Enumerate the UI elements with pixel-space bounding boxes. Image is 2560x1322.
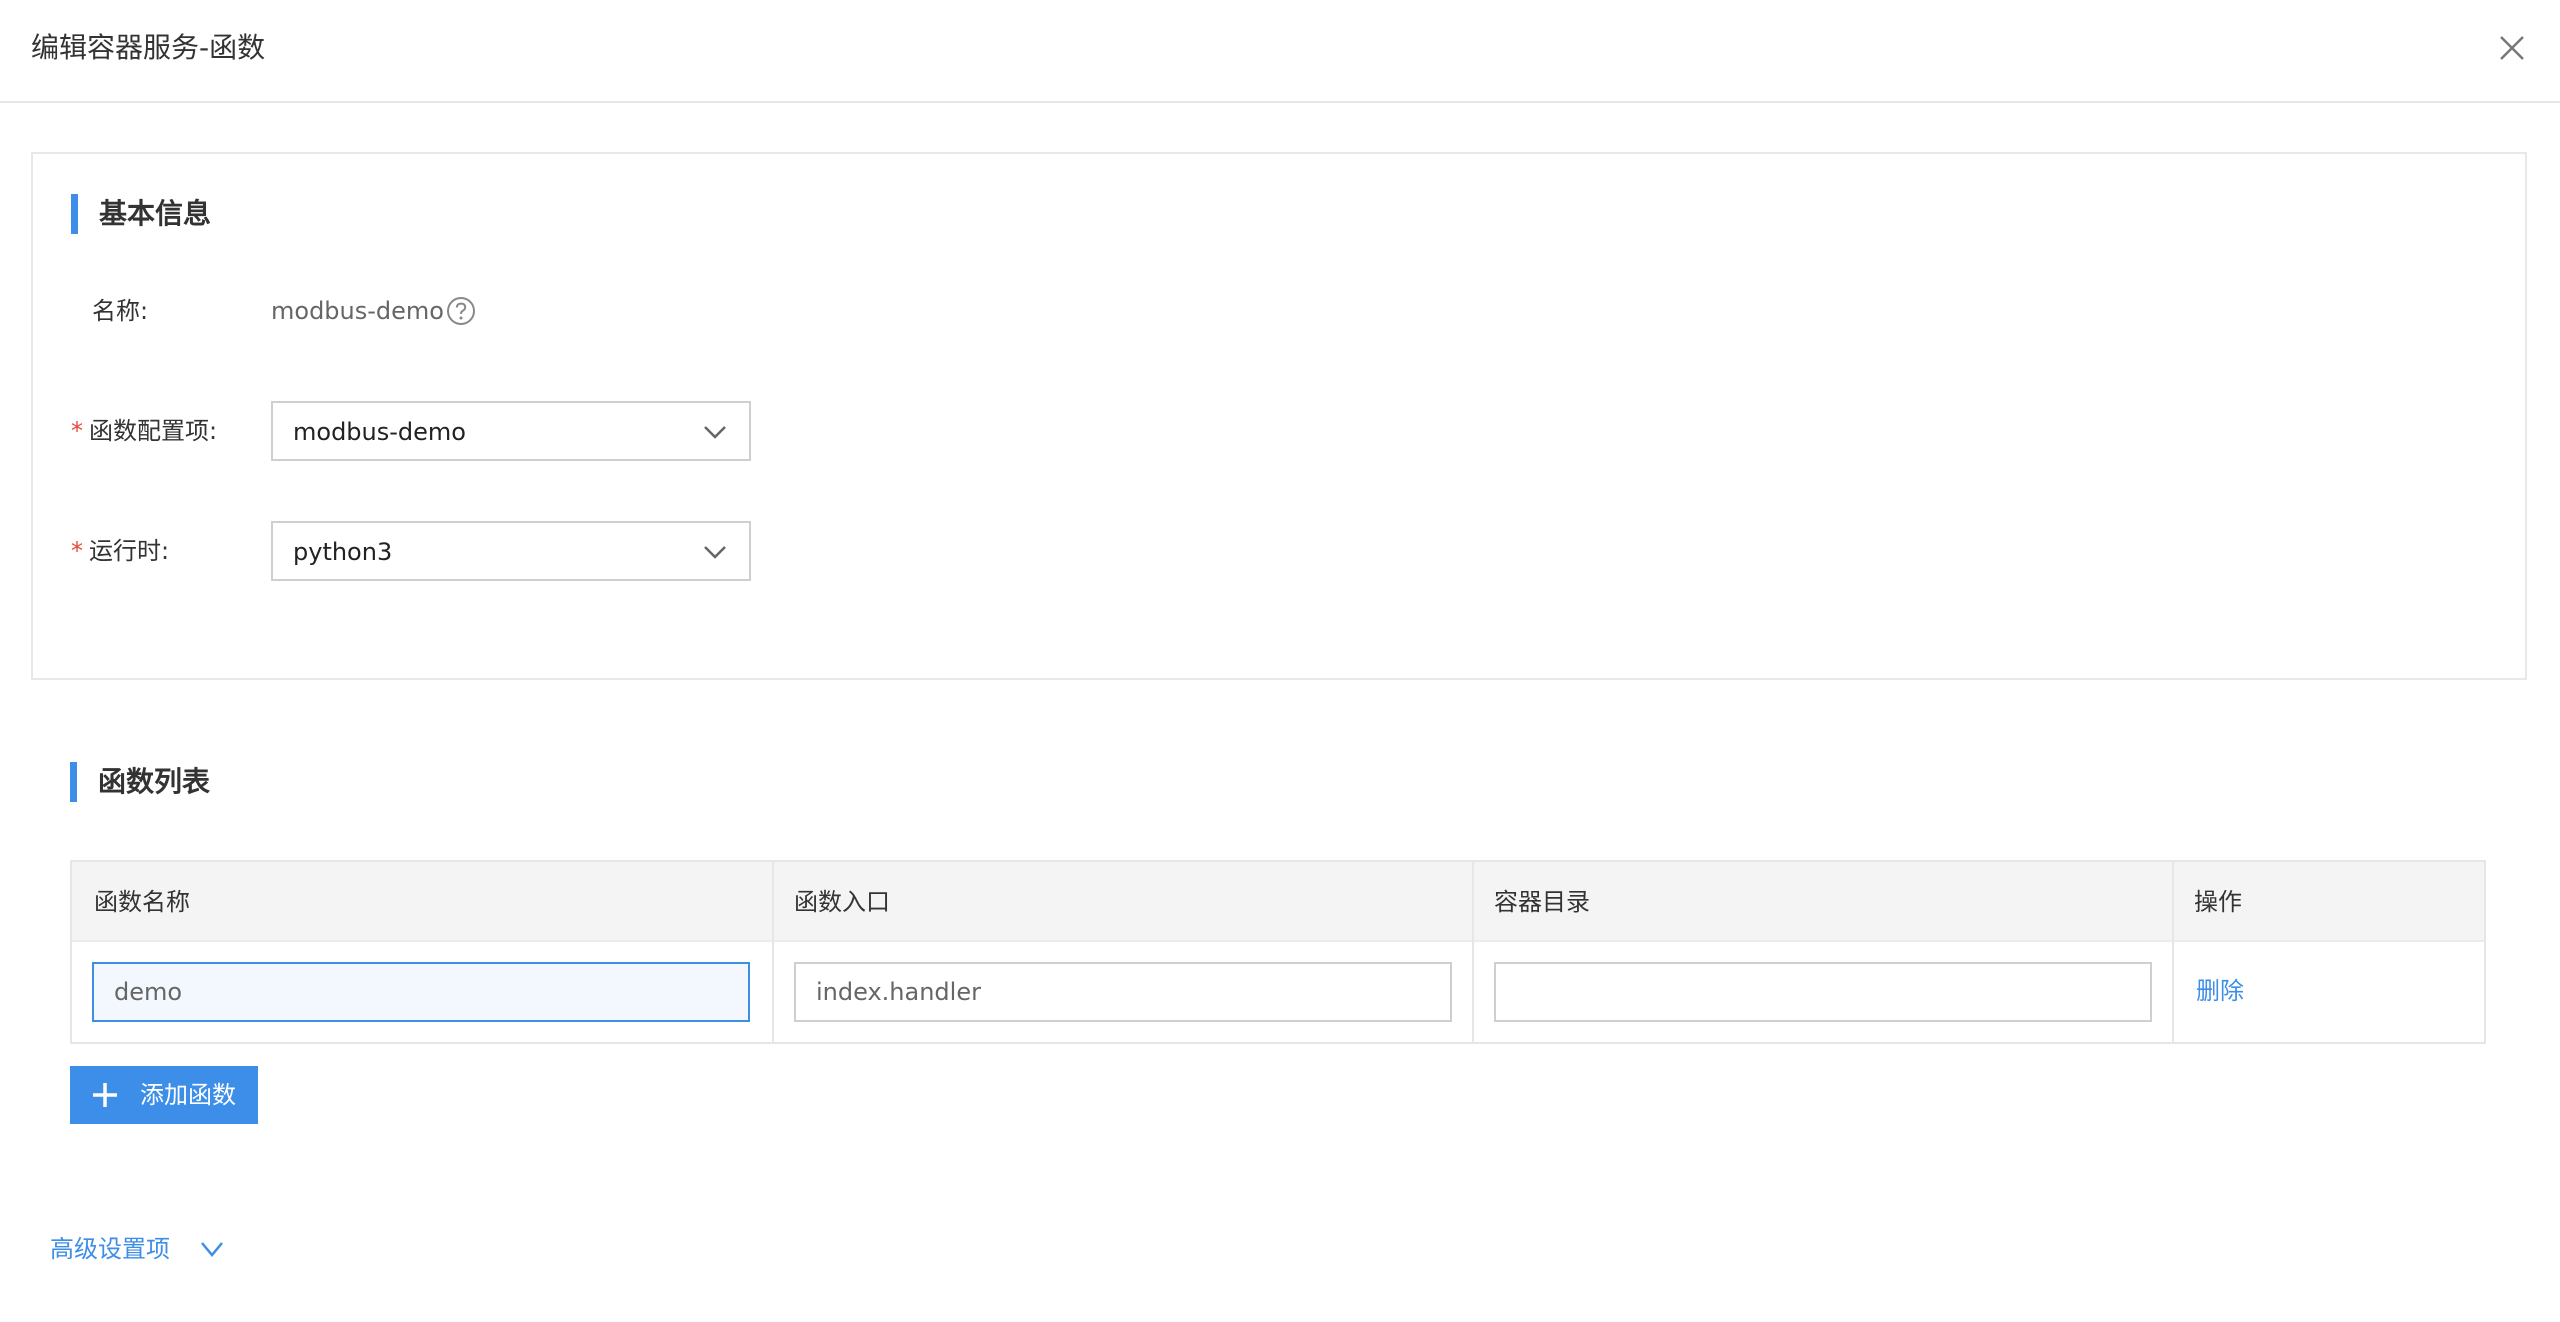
- container-directory-input[interactable]: [1494, 962, 2152, 1022]
- runtime-label: * 运行时:: [71, 534, 169, 568]
- function-config-select[interactable]: modbus-demo: [271, 401, 751, 461]
- column-header-action: 操作: [2194, 888, 2242, 916]
- function-table: 函数名称 函数入口 容器目录 操作 删除: [70, 860, 2486, 1044]
- dialog-header: 编辑容器服务-函数: [0, 0, 2560, 103]
- required-marker: *: [71, 537, 83, 565]
- add-function-label: 添加函数: [140, 1081, 236, 1109]
- basic-info-title: 基本信息: [99, 197, 212, 230]
- section-accent-bar: [70, 762, 77, 802]
- function-config-selected-value: modbus-demo: [293, 418, 466, 446]
- chevron-down-icon: [703, 543, 727, 561]
- name-label: 名称:: [92, 297, 149, 325]
- function-config-label: * 函数配置项:: [71, 414, 217, 448]
- close-icon[interactable]: [2498, 34, 2526, 62]
- column-divider: [772, 862, 774, 1042]
- plus-icon: [92, 1082, 118, 1108]
- column-header-entry: 函数入口: [794, 888, 890, 916]
- function-entry-input[interactable]: [794, 962, 1452, 1022]
- dialog-title: 编辑容器服务-函数: [31, 31, 266, 64]
- column-header-directory: 容器目录: [1494, 888, 1590, 916]
- name-value: modbus-demo: [271, 297, 444, 325]
- runtime-label-text: 运行时:: [89, 537, 170, 565]
- advanced-settings-label: 高级设置项: [50, 1235, 170, 1263]
- section-accent-bar: [71, 194, 78, 234]
- function-list-title: 函数列表: [98, 765, 211, 798]
- chevron-down-icon: [200, 1240, 224, 1258]
- runtime-select[interactable]: python3: [271, 521, 751, 581]
- function-name-input[interactable]: [92, 962, 750, 1022]
- function-config-label-text: 函数配置项:: [89, 417, 218, 445]
- column-divider: [1472, 862, 1474, 1042]
- column-header-name: 函数名称: [94, 888, 190, 916]
- runtime-selected-value: python3: [293, 538, 393, 566]
- delete-row-link[interactable]: 删除: [2196, 974, 2244, 1008]
- add-function-button[interactable]: 添加函数: [70, 1066, 258, 1124]
- table-header: 函数名称 函数入口 容器目录 操作: [72, 862, 2484, 942]
- required-marker: *: [71, 417, 83, 445]
- column-divider: [2172, 862, 2174, 1042]
- help-circle-icon[interactable]: [446, 296, 476, 326]
- chevron-down-icon: [703, 423, 727, 441]
